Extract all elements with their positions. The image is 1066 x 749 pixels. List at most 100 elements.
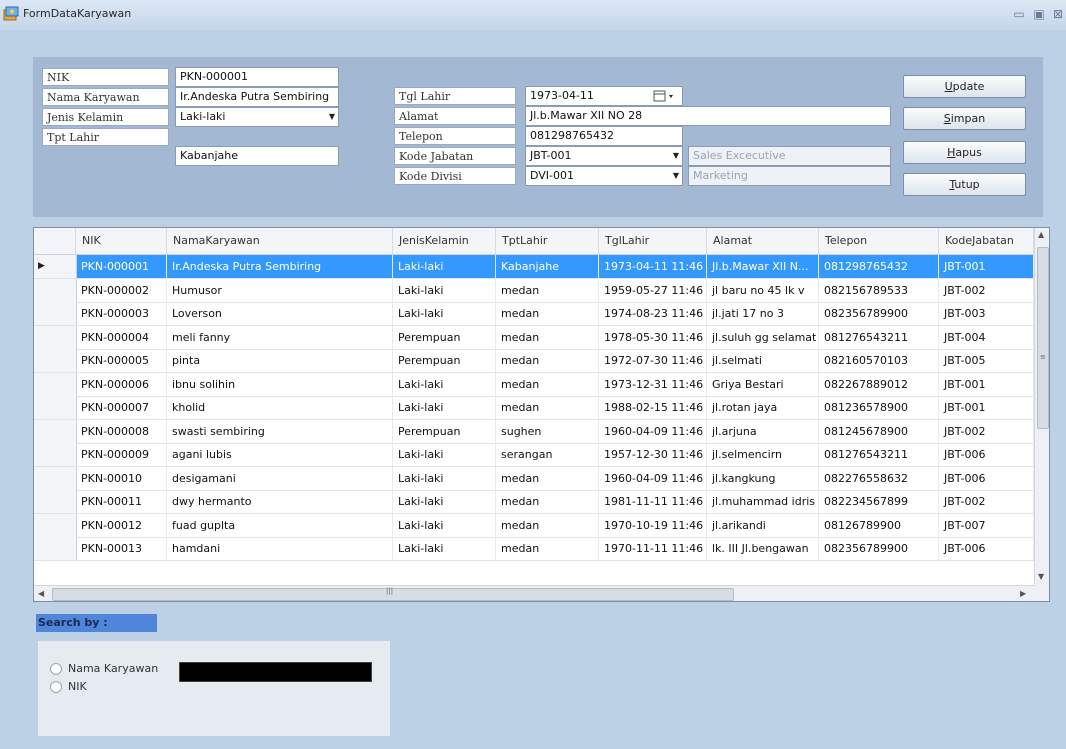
table-row[interactable]: PKN-000005 pinta Perempuan medan 1972-07-30 … [34, 349, 1034, 373]
column-header-telepon[interactable]: Telepon [819, 228, 939, 254]
table-cell[interactable]: PKN-00010 [76, 466, 167, 490]
column-header-kodejabatan[interactable]: KodeJabatan [939, 228, 1034, 254]
table-row[interactable]: PKN-000002 Humusor Laki-laki medan 1959-05-2… [34, 278, 1034, 303]
row-header[interactable] [34, 419, 77, 443]
table-cell[interactable]: 082267889012 [819, 372, 939, 396]
table-cell[interactable]: JBT-002 [939, 490, 1034, 513]
table-cell[interactable]: PKN-000007 [76, 396, 167, 419]
table-cell[interactable]: Kabanjahe [496, 255, 599, 278]
vertical-scroll-thumb[interactable] [1037, 247, 1049, 429]
table-cell[interactable]: Laki-laki [393, 396, 496, 419]
table-cell[interactable]: PKN-000008 [76, 419, 167, 443]
table-cell[interactable]: JBT-005 [939, 349, 1034, 372]
table-cell[interactable]: jl.kangkung [707, 466, 819, 490]
table-cell[interactable]: Humusor [167, 278, 393, 302]
table-cell[interactable]: fuad guplta [167, 513, 393, 537]
table-cell[interactable]: JBT-001 [939, 255, 1034, 278]
table-cell[interactable]: JBT-002 [939, 278, 1034, 302]
table-cell[interactable]: medan [496, 513, 599, 537]
table-cell[interactable]: medan [496, 537, 599, 560]
table-row[interactable]: PKN-000003 Loverson Laki-laki medan 1974-08-… [34, 302, 1034, 326]
table-cell[interactable]: 081276543211 [819, 443, 939, 466]
table-cell[interactable]: Perempuan [393, 325, 496, 349]
row-header[interactable] [34, 490, 77, 513]
kode-divisi-select[interactable]: DVI-001 ▼ [525, 166, 683, 186]
table-cell[interactable]: dwy hermanto [167, 490, 393, 513]
table-cell[interactable]: Laki-laki [393, 302, 496, 325]
table-row[interactable]: ▶ PKN-000001 Ir.Andeska Putra Sembiring Lak… [34, 255, 1034, 279]
table-cell[interactable]: jl.arjuna [707, 419, 819, 443]
table-cell[interactable]: JBT-004 [939, 325, 1034, 349]
table-cell[interactable]: Laki-laki [393, 278, 496, 302]
tutup-button[interactable]: Tutup [903, 173, 1026, 196]
kode-jabatan-select[interactable]: JBT-001 ▼ [525, 146, 683, 166]
table-cell[interactable]: 1970-11-11 11:46 [599, 537, 707, 560]
chevron-down-icon[interactable]: ▼ [673, 167, 679, 185]
table-cell[interactable]: 1972-07-30 11:46 [599, 349, 707, 372]
table-cell[interactable]: 1973-12-31 11:46 [599, 372, 707, 396]
title-bar[interactable]: FormDataKaryawan ▭ ▣ ⊠ [0, 0, 1066, 30]
table-cell[interactable]: PKN-000001 [76, 255, 167, 278]
table-cell[interactable]: PKN-000004 [76, 325, 167, 349]
table-cell[interactable]: jl.muhammad idris [707, 490, 819, 513]
table-cell[interactable]: 1974-08-23 11:46 [599, 302, 707, 325]
alamat-input[interactable]: Jl.b.Mawar XII NO 28 [525, 106, 891, 126]
table-cell[interactable]: PKN-000005 [76, 349, 167, 372]
table-cell[interactable]: 1973-04-11 11:46 [599, 255, 707, 278]
column-header-jeniskelamin[interactable]: JenisKelamin [393, 228, 496, 254]
scroll-right-icon[interactable]: ▶ [1020, 589, 1026, 598]
row-header[interactable] [34, 513, 77, 537]
table-cell[interactable]: 082156789533 [819, 278, 939, 302]
table-cell[interactable]: jl.jati 17 no 3 [707, 302, 819, 325]
chevron-down-icon[interactable]: ▼ [673, 147, 679, 165]
row-header[interactable] [34, 466, 77, 490]
table-cell[interactable]: Laki-laki [393, 466, 496, 490]
table-cell[interactable]: PKN-00013 [76, 537, 167, 560]
table-cell[interactable]: jl.arikandi [707, 513, 819, 537]
table-cell[interactable]: Laki-laki [393, 443, 496, 466]
table-cell[interactable]: medan [496, 278, 599, 302]
table-row[interactable]: PKN-000009 agani lubis Laki-laki serangan 19… [34, 443, 1034, 467]
table-cell[interactable]: 081236578900 [819, 396, 939, 419]
table-cell[interactable]: 082356789900 [819, 302, 939, 325]
search-input[interactable] [179, 662, 372, 682]
table-cell[interactable]: Laki-laki [393, 372, 496, 396]
close-icon[interactable]: ⊠ [1049, 5, 1066, 23]
table-cell[interactable]: Laki-laki [393, 513, 496, 537]
scroll-up-icon[interactable]: ▲ [1038, 230, 1044, 239]
horizontal-scrollbar[interactable]: ◀ ||| ▶ [34, 585, 1034, 601]
table-cell[interactable]: jl baru no 45 lk v [707, 278, 819, 302]
table-cell[interactable]: jl.selmencirn [707, 443, 819, 466]
column-header-alamat[interactable]: Alamat [707, 228, 819, 254]
karyawan-data-grid[interactable]: NIK NamaKaryawan JenisKelamin TptLahir TglLa… [33, 227, 1050, 602]
tgl-lahir-datepicker[interactable]: 1973-04-11 [525, 86, 683, 106]
row-header[interactable] [34, 443, 77, 466]
table-cell[interactable]: Laki-laki [393, 490, 496, 513]
row-header[interactable] [34, 537, 77, 560]
table-cell[interactable]: 082356789900 [819, 537, 939, 560]
table-cell[interactable]: PKN-000002 [76, 278, 167, 302]
vertical-scrollbar[interactable]: ▲ ≡ ▼ [1034, 228, 1049, 585]
table-cell[interactable]: medan [496, 325, 599, 349]
update-button[interactable]: Update [903, 75, 1026, 98]
table-cell[interactable]: JBT-006 [939, 537, 1034, 560]
table-cell[interactable]: JBT-001 [939, 372, 1034, 396]
table-cell[interactable]: Jl.b.Mawar XII N... [707, 255, 819, 278]
table-cell[interactable]: jl.suluh gg selamat [707, 325, 819, 349]
radio-nik[interactable]: NIK [50, 679, 87, 695]
table-cell[interactable]: JBT-003 [939, 302, 1034, 325]
jenis-kelamin-select[interactable]: Laki-laki ▼ [175, 107, 339, 127]
table-row[interactable]: PKN-00012 fuad guplta Laki-laki medan 1970-1… [34, 513, 1034, 538]
column-header-namakaryawan[interactable]: NamaKaryawan [167, 228, 393, 254]
scroll-left-icon[interactable]: ◀ [38, 589, 44, 598]
table-cell[interactable]: JBT-006 [939, 443, 1034, 466]
table-cell[interactable]: serangan [496, 443, 599, 466]
table-cell[interactable]: PKN-00011 [76, 490, 167, 513]
row-header[interactable] [34, 278, 77, 302]
row-header[interactable] [34, 349, 77, 372]
table-cell[interactable]: ibnu solihin [167, 372, 393, 396]
table-cell[interactable]: 081245678900 [819, 419, 939, 443]
table-cell[interactable]: meli fanny [167, 325, 393, 349]
table-cell[interactable]: jl.selmati [707, 349, 819, 372]
table-cell[interactable]: JBT-001 [939, 396, 1034, 419]
